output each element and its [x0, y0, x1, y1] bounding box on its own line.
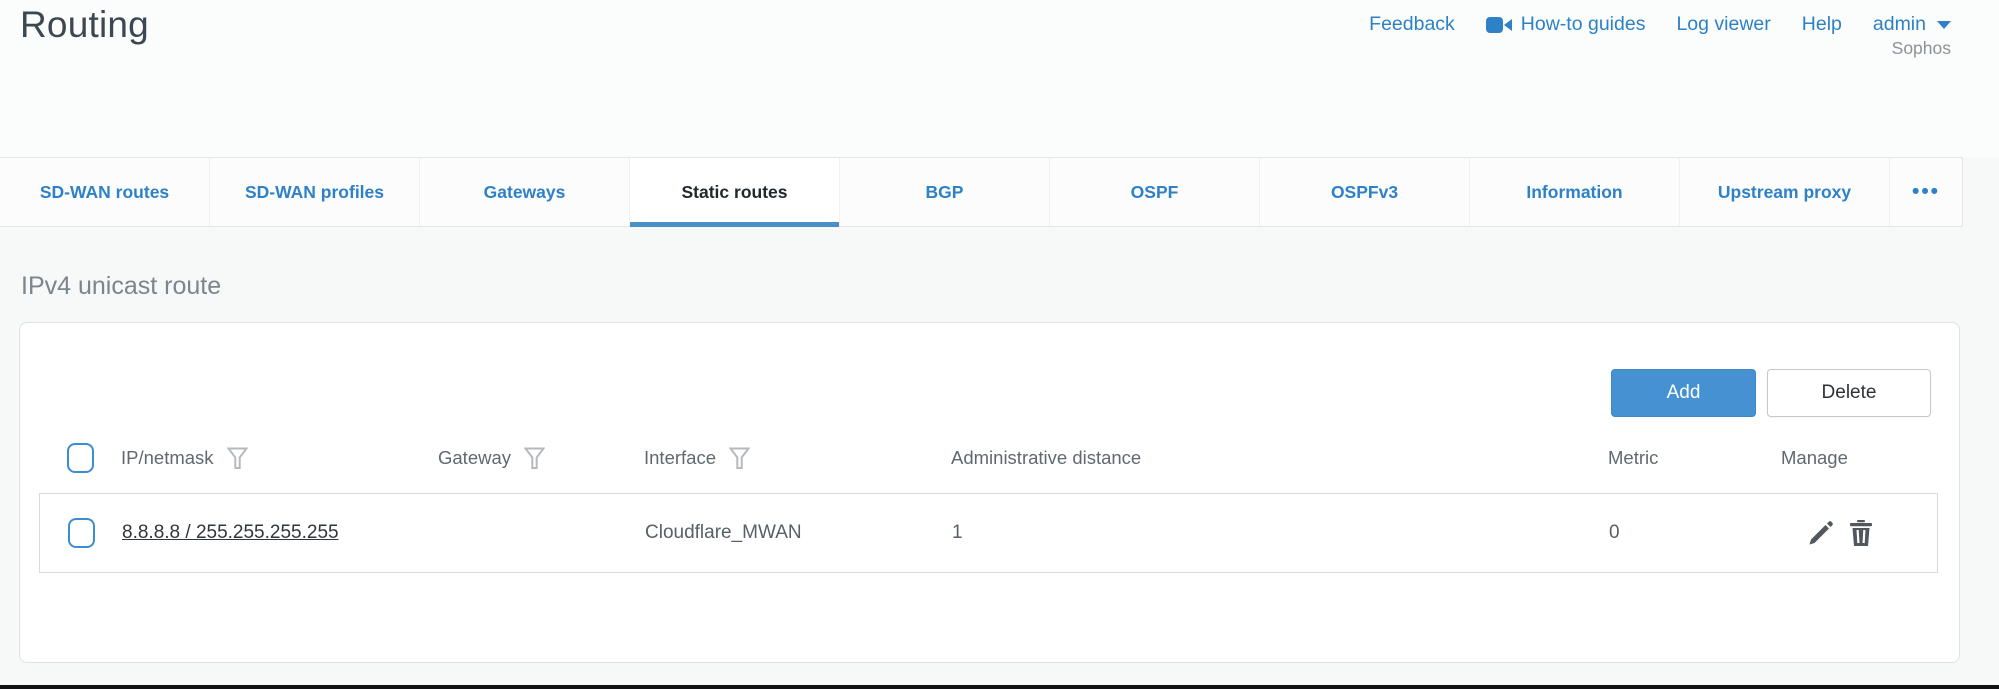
filter-icon[interactable]	[729, 447, 750, 470]
brand-label: Sophos	[1892, 38, 1951, 59]
feedback-link[interactable]: Feedback	[1369, 13, 1455, 36]
section-title: IPv4 unicast route	[21, 272, 221, 301]
routing-tabbar: SD-WAN routes SD-WAN profiles Gateways S…	[0, 157, 1963, 227]
tab-sdwan-profiles[interactable]: SD-WAN profiles	[210, 158, 420, 226]
page-title: Routing	[20, 4, 149, 46]
tab-information[interactable]: Information	[1470, 158, 1680, 226]
tab-ospfv3[interactable]: OSPFv3	[1260, 158, 1470, 226]
tab-gateways[interactable]: Gateways	[420, 158, 630, 226]
howto-guides-label: How-to guides	[1521, 13, 1646, 36]
routes-panel: Add Delete IP/netmask Gateway Interface …	[19, 322, 1960, 663]
pencil-icon[interactable]	[1808, 520, 1834, 547]
row-checkbox[interactable]	[68, 518, 95, 548]
filter-icon[interactable]	[524, 447, 545, 470]
chevron-down-icon	[1937, 21, 1951, 29]
interface-cell: Cloudflare_MWAN	[645, 522, 952, 544]
help-label: Help	[1802, 13, 1842, 36]
manage-cell	[1782, 520, 1937, 547]
tab-bgp[interactable]: BGP	[840, 158, 1050, 226]
table-row: 8.8.8.8 / 255.255.255.255 Cloudflare_MWA…	[39, 493, 1938, 573]
route-ip-link[interactable]: 8.8.8.8 / 255.255.255.255	[122, 522, 339, 543]
column-header-ip-netmask: IP/netmask	[121, 447, 214, 469]
help-link[interactable]: Help	[1802, 13, 1842, 36]
column-header-admin-distance: Administrative distance	[951, 447, 1141, 469]
add-button[interactable]: Add	[1611, 369, 1756, 417]
delete-button[interactable]: Delete	[1767, 369, 1931, 417]
admin-label: admin	[1873, 13, 1926, 36]
metric-cell: 0	[1609, 522, 1782, 544]
howto-guides-link[interactable]: How-to guides	[1486, 13, 1646, 36]
trash-icon[interactable]	[1849, 520, 1873, 547]
video-camera-icon	[1486, 16, 1512, 34]
column-header-manage: Manage	[1781, 447, 1848, 469]
select-all-checkbox[interactable]	[67, 443, 94, 473]
top-navigation: Feedback How-to guides Log viewer Help a…	[1369, 13, 1951, 36]
window-bottom-edge	[0, 685, 1999, 689]
table-toolbar: Add Delete	[20, 369, 1959, 417]
log-viewer-label: Log viewer	[1676, 13, 1770, 36]
admin-distance-cell: 1	[952, 522, 1609, 544]
log-viewer-link[interactable]: Log viewer	[1676, 13, 1770, 36]
table-header: IP/netmask Gateway Interface Administrat…	[39, 443, 1938, 473]
page-header: Routing Feedback How-to guides Log viewe…	[0, 0, 1999, 157]
tabs-overflow-button[interactable]: •••	[1890, 158, 1962, 226]
tab-sdwan-routes[interactable]: SD-WAN routes	[0, 158, 210, 226]
admin-menu[interactable]: admin	[1873, 13, 1951, 36]
column-header-gateway: Gateway	[438, 447, 511, 469]
tab-upstream-proxy[interactable]: Upstream proxy	[1680, 158, 1890, 226]
tab-ospf[interactable]: OSPF	[1050, 158, 1260, 226]
column-header-metric: Metric	[1608, 447, 1658, 469]
tab-static-routes[interactable]: Static routes	[630, 158, 840, 226]
column-header-interface: Interface	[644, 447, 716, 469]
filter-icon[interactable]	[227, 447, 248, 470]
feedback-label: Feedback	[1369, 13, 1455, 36]
